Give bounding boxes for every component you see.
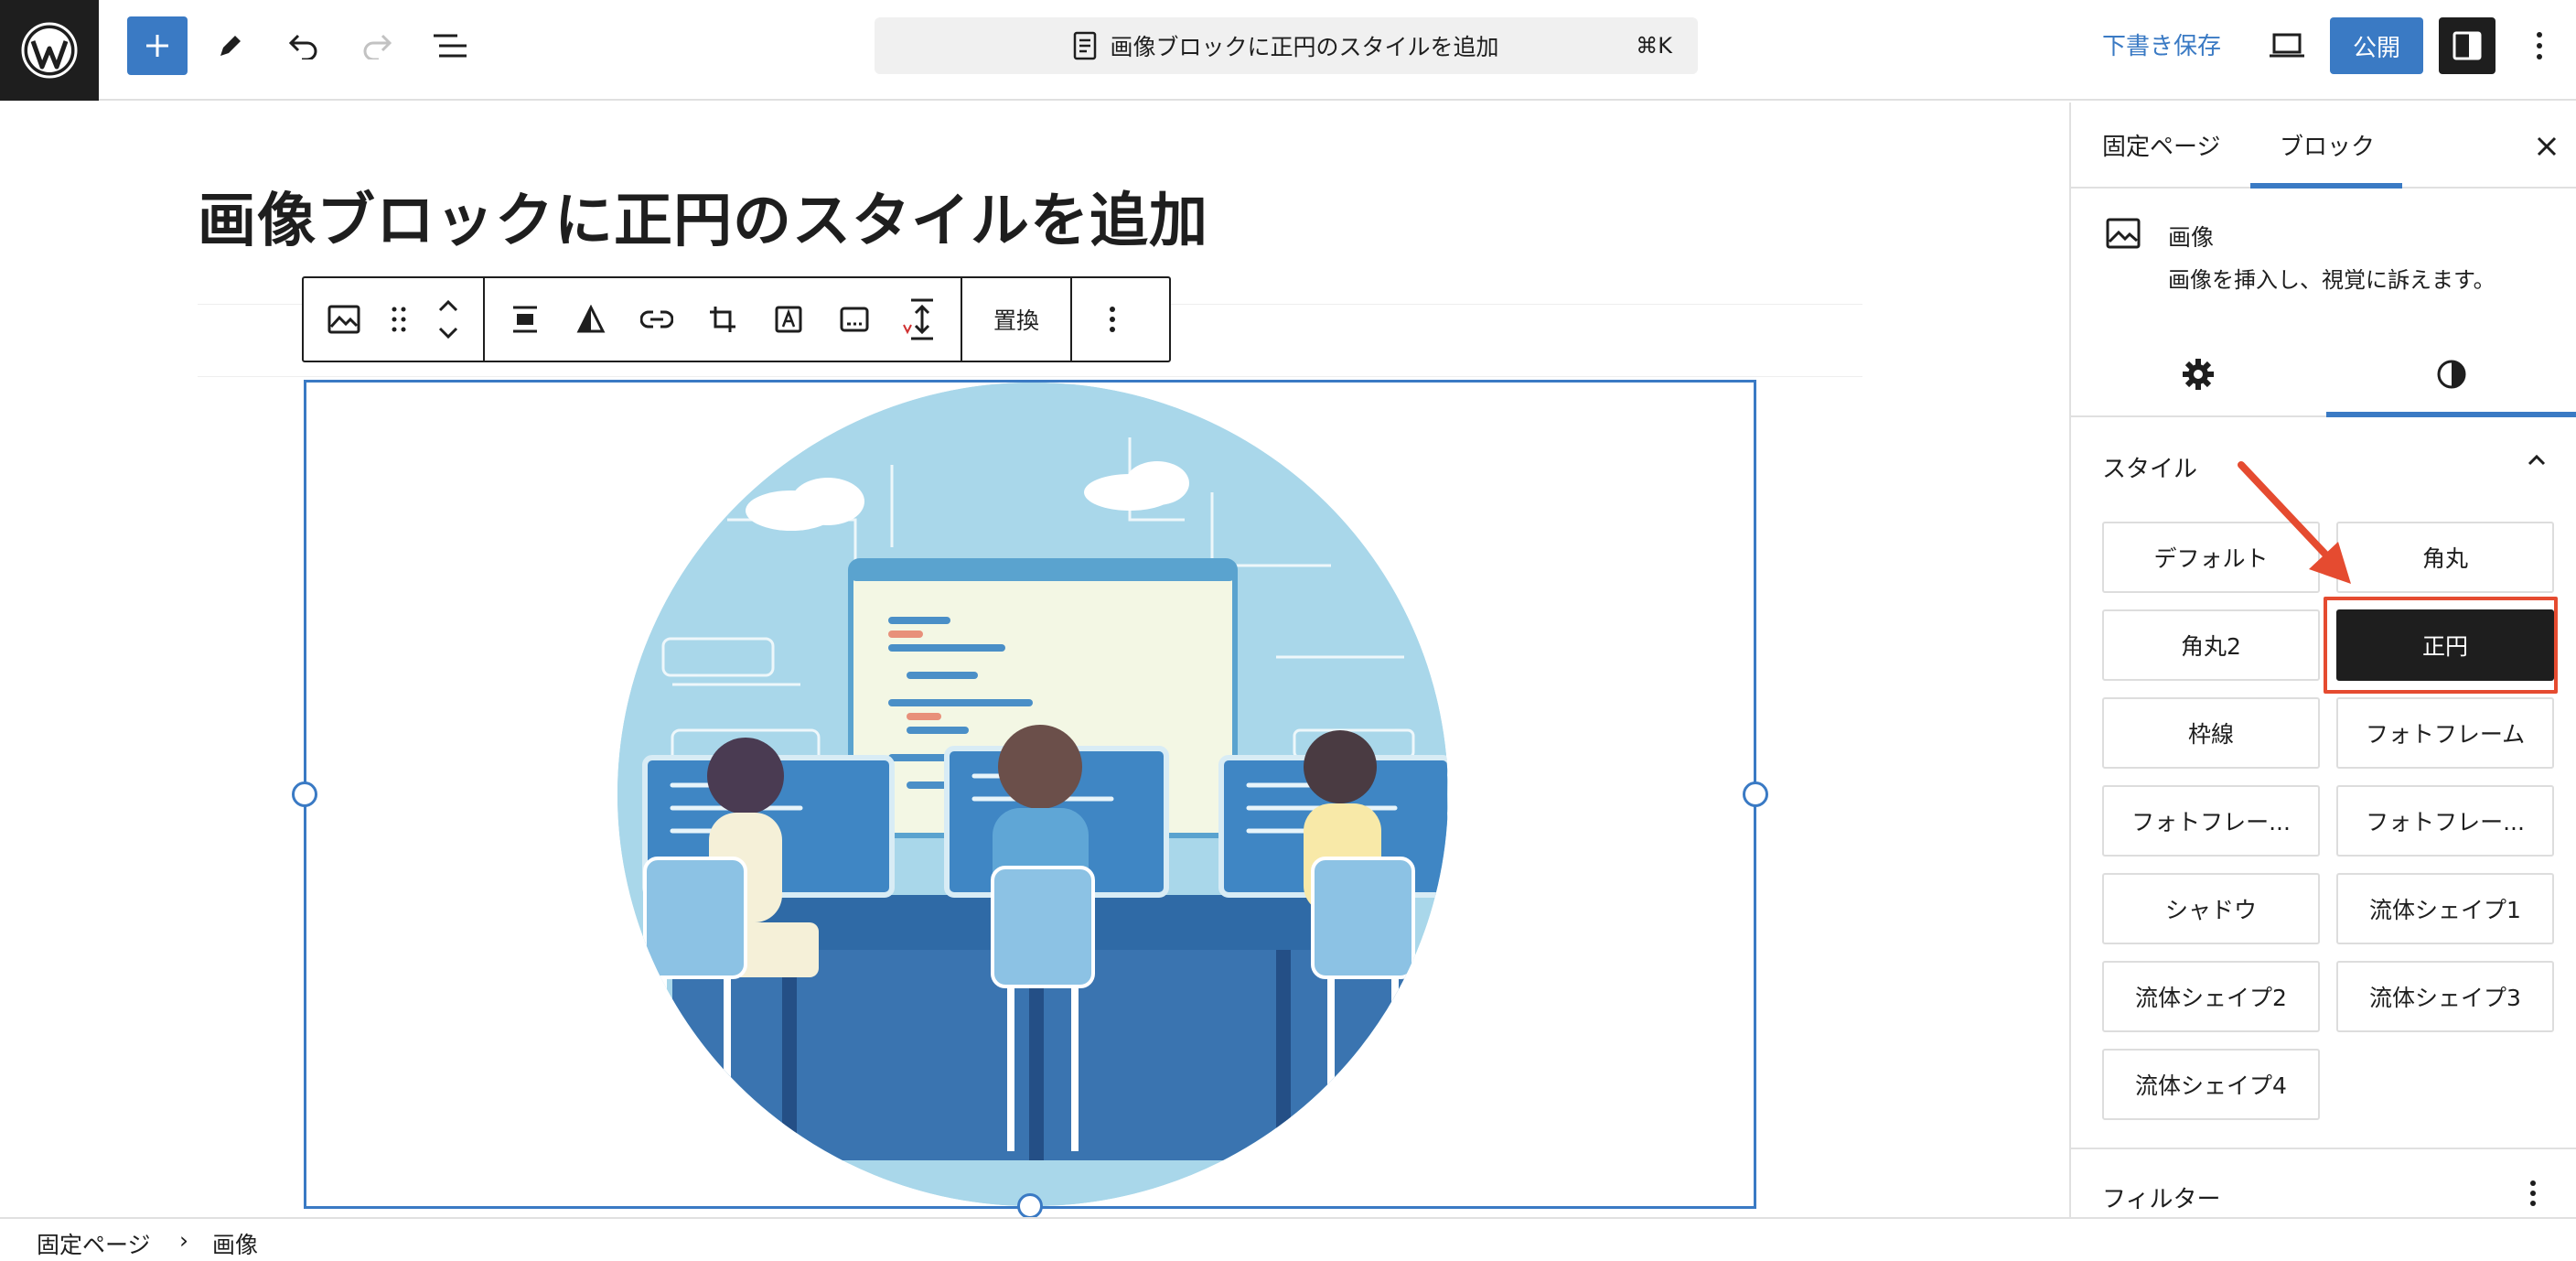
redo-icon bbox=[363, 34, 392, 59]
image-size-button[interactable] bbox=[887, 286, 953, 352]
move-up-down-button[interactable] bbox=[421, 286, 476, 352]
chevron-up-down-icon bbox=[438, 299, 458, 340]
style-option[interactable]: 流体シェイプ2 bbox=[2102, 961, 2320, 1032]
undo-icon bbox=[288, 34, 317, 59]
resize-handle-left[interactable] bbox=[292, 781, 317, 807]
drag-handle[interactable] bbox=[377, 286, 421, 352]
redo-button[interactable] bbox=[351, 20, 402, 71]
more-vertical-icon bbox=[1110, 307, 1116, 332]
breadcrumb: 固定ページ › 画像 bbox=[0, 1217, 2576, 1261]
filter-panel-title[interactable]: フィルター bbox=[2102, 1180, 2220, 1214]
tab-block[interactable]: ブロック bbox=[2280, 128, 2375, 162]
align-center-icon bbox=[513, 306, 537, 333]
wordpress-logo-icon[interactable] bbox=[0, 0, 99, 101]
resize-handle-right[interactable] bbox=[1743, 781, 1768, 807]
illustration-image bbox=[617, 383, 1448, 1206]
style-option[interactable]: 角丸2 bbox=[2102, 609, 2320, 681]
toolbar-group-more bbox=[1072, 278, 1153, 361]
breadcrumb-item-page[interactable]: 固定ページ bbox=[37, 1227, 151, 1260]
image-icon bbox=[2106, 218, 2141, 253]
styles-panel-title[interactable]: スタイル bbox=[2102, 450, 2197, 484]
command-palette-bar[interactable]: 画像ブロックに正円のスタイルを追加 ⌘K bbox=[875, 17, 1698, 74]
active-subtab-indicator bbox=[2326, 412, 2576, 417]
preview-button[interactable] bbox=[2261, 20, 2313, 71]
style-option[interactable]: シャドウ bbox=[2102, 873, 2320, 944]
align-button[interactable] bbox=[492, 286, 558, 352]
editor-canvas[interactable]: 画像ブロックに正円のスタイルを追加 置換 bbox=[0, 102, 2069, 1217]
drag-icon bbox=[392, 307, 406, 332]
more-vertical-icon bbox=[2537, 32, 2542, 59]
block-description: 画像を挿入し、視覚に訴えます。 bbox=[2168, 267, 2496, 293]
toolbar-group-tools bbox=[485, 278, 962, 361]
resize-vertical-icon bbox=[903, 298, 933, 340]
style-option[interactable]: フォトフレー... bbox=[2102, 785, 2320, 857]
list-view-icon bbox=[434, 34, 467, 58]
annotation-highlight-box bbox=[2324, 597, 2558, 694]
chevron-up-icon[interactable] bbox=[2525, 448, 2549, 476]
options-menu-button[interactable] bbox=[2514, 20, 2565, 71]
block-name: 画像 bbox=[2168, 224, 2215, 251]
sidebar-tabs: 固定ページ ブロック bbox=[2071, 102, 2576, 189]
replace-button[interactable]: 置換 bbox=[970, 303, 1063, 336]
tab-styles[interactable] bbox=[2324, 331, 2576, 417]
style-option[interactable]: 枠線 bbox=[2102, 697, 2320, 769]
close-icon bbox=[2537, 136, 2557, 156]
style-option[interactable]: 流体シェイプ4 bbox=[2102, 1049, 2320, 1120]
settings-toggle-button[interactable] bbox=[2439, 17, 2496, 74]
plus-icon bbox=[146, 35, 168, 57]
publish-button[interactable]: 公開 bbox=[2330, 17, 2423, 74]
caption-button[interactable] bbox=[821, 286, 887, 352]
style-option[interactable]: 流体シェイプ1 bbox=[2336, 873, 2554, 944]
block-inspector-tabs bbox=[2071, 331, 2576, 417]
top-toolbar: 画像ブロックに正円のスタイルを追加 ⌘K 下書き保存 公開 bbox=[0, 0, 2576, 101]
duotone-icon bbox=[576, 305, 606, 333]
circle-image bbox=[617, 383, 1448, 1206]
document-icon bbox=[1073, 31, 1097, 60]
close-sidebar-button[interactable] bbox=[2528, 128, 2565, 165]
text-over-image-icon bbox=[775, 306, 802, 333]
gear-icon bbox=[2182, 359, 2214, 390]
style-option[interactable]: フォトフレーム bbox=[2336, 697, 2554, 769]
breadcrumb-item-image[interactable]: 画像 bbox=[212, 1227, 258, 1260]
resize-handle-bottom[interactable] bbox=[1017, 1193, 1043, 1217]
active-tab-indicator bbox=[2250, 183, 2402, 189]
toolbar-group-replace: 置換 bbox=[962, 278, 1073, 361]
style-option[interactable]: フォトフレー... bbox=[2336, 785, 2554, 857]
panel-divider bbox=[2071, 1148, 2576, 1149]
duotone-button[interactable] bbox=[558, 286, 624, 352]
image-block[interactable] bbox=[292, 380, 1768, 1217]
tab-page[interactable]: 固定ページ bbox=[2102, 128, 2220, 162]
command-bar-title: 画像ブロックに正円のスタイルを追加 bbox=[1110, 34, 1499, 60]
add-block-button[interactable] bbox=[127, 16, 188, 75]
crop-icon bbox=[710, 307, 735, 332]
breadcrumb-separator: › bbox=[179, 1227, 188, 1254]
link-button[interactable] bbox=[624, 286, 690, 352]
toolbar-group-block bbox=[304, 278, 485, 361]
text-overlay-button[interactable] bbox=[756, 286, 821, 352]
image-icon bbox=[327, 305, 360, 334]
pencil-icon bbox=[220, 36, 241, 56]
block-options-button[interactable] bbox=[1079, 286, 1145, 352]
block-card: 画像 画像を挿入し、視覚に訴えます。 bbox=[2071, 190, 2576, 304]
laptop-icon bbox=[2270, 33, 2304, 58]
style-option[interactable]: 流体シェイプ3 bbox=[2336, 961, 2554, 1032]
undo-button[interactable] bbox=[278, 20, 329, 71]
block-toolbar: 置換 bbox=[302, 276, 1171, 362]
tab-settings[interactable] bbox=[2071, 331, 2324, 417]
edit-tool-button[interactable] bbox=[205, 20, 256, 71]
caption-icon bbox=[840, 307, 869, 332]
contrast-icon bbox=[2437, 360, 2465, 389]
command-shortcut: ⌘K bbox=[1636, 33, 1672, 59]
sidebar-icon bbox=[2453, 31, 2482, 60]
link-icon bbox=[640, 310, 673, 329]
page-title[interactable]: 画像ブロックに正円のスタイルを追加 bbox=[198, 174, 1208, 258]
crop-button[interactable] bbox=[690, 286, 756, 352]
more-vertical-icon[interactable] bbox=[2528, 1179, 2538, 1212]
annotation-arrow-icon bbox=[2238, 461, 2351, 584]
list-view-button[interactable] bbox=[424, 20, 476, 71]
block-type-button[interactable] bbox=[311, 286, 377, 352]
save-draft-button[interactable]: 下書き保存 bbox=[2102, 27, 2221, 61]
